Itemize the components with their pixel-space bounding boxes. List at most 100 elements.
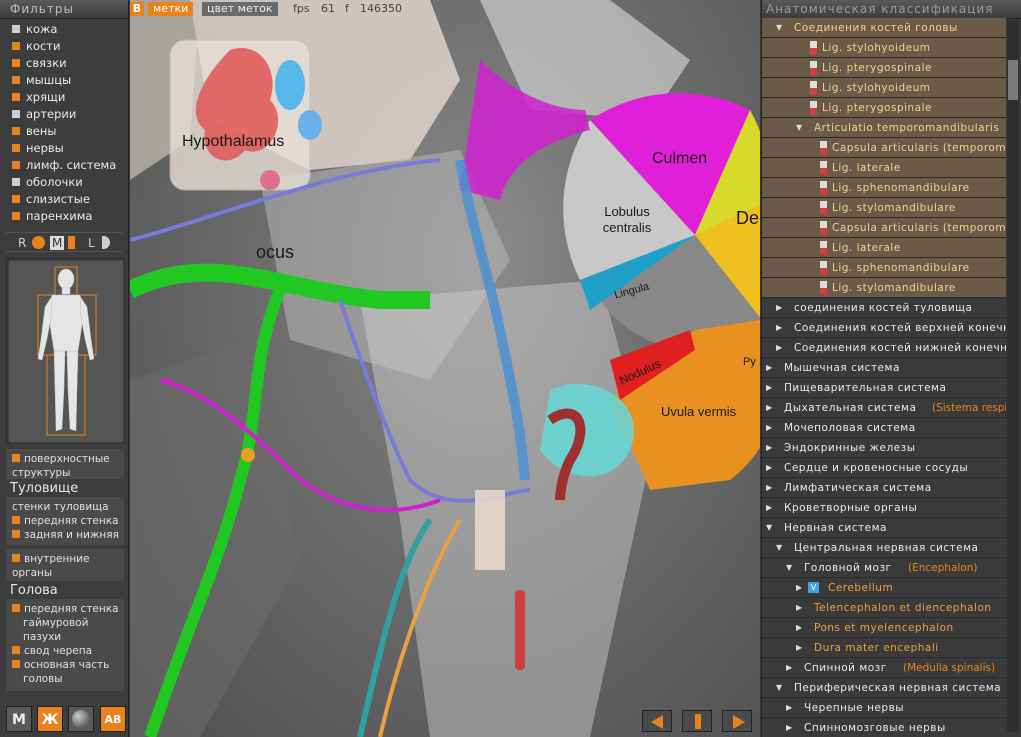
anatomy-3d-viewport[interactable]: Hypothalamus Culmen Lobulus centralis Li… [130,0,760,737]
triangle-right-icon[interactable]: ▶ [766,378,772,397]
tree-row[interactable]: ▼ Головной мозг (Encephalon) [762,558,1006,578]
tree-row[interactable]: ▼ Нервная система [762,518,1006,538]
lod-selector[interactable]: R M L [6,232,122,252]
label-lobulus-centralis[interactable]: Lobulus centralis [592,204,662,236]
body-selector[interactable] [6,258,125,444]
triangle-right-icon[interactable]: ▶ [796,618,802,637]
tree-row[interactable]: ▶ Черепные нервы [762,698,1006,718]
triangle-right-icon[interactable]: ▶ [796,598,802,617]
tree-row[interactable]: Lig. sphenomandibulare [762,178,1006,198]
triangle-down-icon[interactable]: ▼ [776,538,782,557]
filter-item[interactable]: кости [0,38,128,55]
labels-toggle-button[interactable]: B [130,2,144,16]
sphere-view-button[interactable] [68,706,94,732]
tree-row[interactable]: Lig. pterygospinale [762,58,1006,78]
label-culmen[interactable]: Culmen [652,150,707,168]
triangle-right-icon[interactable]: ▶ [786,718,792,737]
lod-m[interactable]: M [50,236,65,250]
tree-row[interactable]: Capsula articularis (temporoma [762,138,1006,158]
filter-item[interactable]: хрящи [0,89,128,106]
female-button[interactable]: Ж [37,706,63,732]
tab-marks[interactable]: метки [148,2,194,16]
triangle-right-icon[interactable]: ▶ [796,638,802,657]
ab-button[interactable]: АВ [100,706,126,732]
trunk-walls[interactable]: стенки туловища [9,500,124,514]
next-button[interactable] [722,710,752,732]
filter-item[interactable]: мышцы [0,72,128,89]
label-pyramis[interactable]: Py [743,356,756,368]
tree-row[interactable]: ▼ Периферическая нервная система [762,678,1006,698]
triangle-right-icon[interactable]: ▶ [766,498,772,517]
male-button[interactable]: М [6,706,32,732]
triangle-down-icon[interactable]: ▼ [766,518,772,537]
head-part-toggle[interactable]: свод черепа [9,644,124,658]
tree-row[interactable]: ▶ Дыхательная система (Sistema respi [762,398,1006,418]
lod-m-bar-icon[interactable] [68,236,75,249]
lod-r-dot-icon[interactable] [32,236,45,249]
tree-row[interactable]: ▼ Articulatio temporomandibularis [762,118,1006,138]
tree-row[interactable]: ▶ Соединения костей верхней конечнос [762,318,1006,338]
filter-item[interactable]: вены [0,123,128,140]
internal-organs-toggle[interactable]: внутренние органы [9,552,124,580]
lod-r[interactable]: R [18,233,26,253]
trunk-back-toggle[interactable]: задняя и нижняя [9,528,124,542]
tree-row[interactable]: Lig. stylohyoideum [762,38,1006,58]
head-part-toggle[interactable]: основная часть головы [9,658,124,686]
scrollbar-thumb[interactable] [1008,60,1018,100]
triangle-right-icon[interactable]: ▶ [766,458,772,477]
checkmark-icon[interactable]: V [808,582,819,593]
tree-row[interactable]: ▶ Мышечная система [762,358,1006,378]
triangle-right-icon[interactable]: ▶ [766,358,772,377]
tree-row[interactable]: ▶ Кроветворные органы [762,498,1006,518]
tree-row[interactable]: Capsula articularis (temporoma [762,218,1006,238]
triangle-right-icon[interactable]: ▶ [776,298,782,317]
filter-item[interactable]: нервы [0,140,128,157]
triangle-right-icon[interactable]: ▶ [776,338,782,357]
tree-row[interactable]: ▶ Сердце и кровеносные сосуды [762,458,1006,478]
tree-row[interactable]: ▶ Мочеполовая система [762,418,1006,438]
tree-row[interactable]: ▼ Соединения костей головы [762,18,1006,38]
triangle-right-icon[interactable]: ▶ [766,398,772,417]
tree-row[interactable]: ▶ Соединения костей нижней конечнос [762,338,1006,358]
label-declive[interactable]: De [736,208,759,229]
triangle-down-icon[interactable]: ▼ [786,558,792,577]
head-part-toggle[interactable]: передняя стенка гаймуровой пазухи [9,602,124,644]
lod-l[interactable]: L [88,233,95,253]
label-uvula-vermis[interactable]: Uvula vermis [661,404,736,419]
prev-button[interactable] [642,710,672,732]
tree-scrollbar[interactable] [1007,20,1019,732]
filter-item[interactable]: кожа [0,21,128,38]
label-hypothalamus[interactable]: Hypothalamus [182,133,284,151]
filter-item[interactable]: связки [0,55,128,72]
triangle-down-icon[interactable]: ▼ [796,118,802,137]
tree-row[interactable]: ▶ Эндокринные железы [762,438,1006,458]
tree-row[interactable]: ▶ Telencephalon et diencephalon [762,598,1006,618]
tree-row[interactable]: ▶ Pons et myelencephalon [762,618,1006,638]
trunk-front-toggle[interactable]: передняя стенка [9,514,124,528]
label-locus[interactable]: ocus [256,242,294,263]
triangle-right-icon[interactable]: ▶ [766,478,772,497]
tree-row[interactable]: ▶ Лимфатическая система [762,478,1006,498]
body-figure-icon[interactable] [7,259,125,444]
triangle-down-icon[interactable]: ▼ [776,18,782,37]
filter-item[interactable]: паренхима [0,208,128,225]
tree-row[interactable]: ▶ Спинномозговые нервы [762,718,1006,737]
filter-item[interactable]: оболочки [0,174,128,191]
tree-row[interactable]: ▶ Пищеварительная система [762,378,1006,398]
filter-item[interactable]: лимф. система [0,157,128,174]
triangle-right-icon[interactable]: ▶ [766,438,772,457]
tree-row[interactable]: Lig. stylomandibulare [762,278,1006,298]
tree-row[interactable]: Lig. pterygospinale [762,98,1006,118]
tree-row[interactable]: ▶ Спинной мозг (Medulla spinalis) [762,658,1006,678]
tree-row[interactable]: ▶ Dura mater encephali [762,638,1006,658]
lod-l-dot-icon[interactable] [102,236,110,249]
tree-row[interactable]: ▶ соединения костей туловища [762,298,1006,318]
triangle-right-icon[interactable]: ▶ [796,578,802,597]
surface-structures-toggle[interactable]: поверхностные структуры [9,452,124,480]
tree-row[interactable]: Lig. stylomandibulare [762,198,1006,218]
triangle-right-icon[interactable]: ▶ [776,318,782,337]
tab-mark-color[interactable]: цвет меток [202,2,278,16]
filter-item[interactable]: слизистые [0,191,128,208]
triangle-down-icon[interactable]: ▼ [776,678,782,697]
tree-row[interactable]: ▶ V Cerebellum [762,578,1006,598]
